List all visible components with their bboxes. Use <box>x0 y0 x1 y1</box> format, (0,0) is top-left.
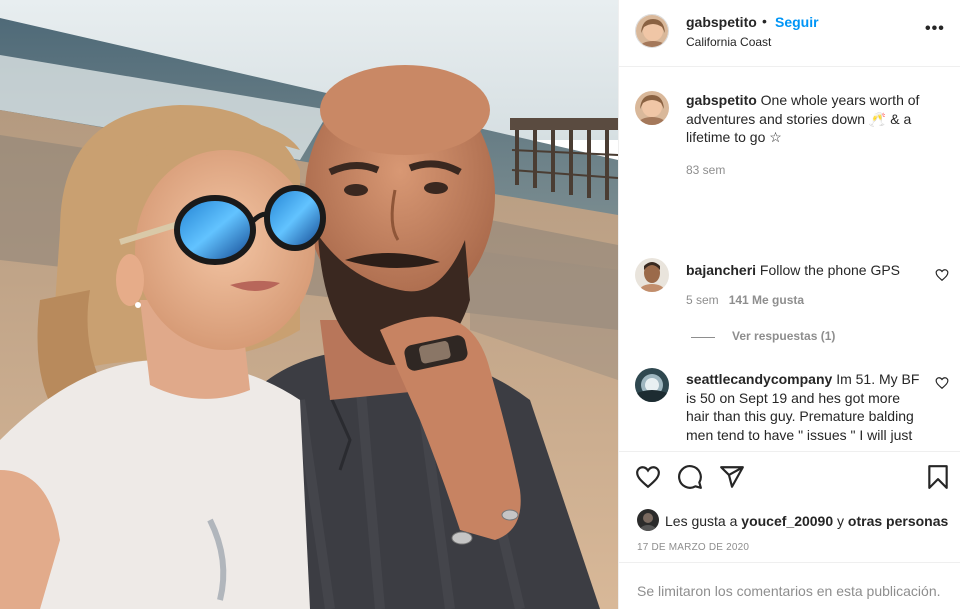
heart-icon[interactable] <box>635 464 661 490</box>
bottom-divider <box>619 562 960 563</box>
author-avatar[interactable] <box>635 14 669 48</box>
header-separator: • <box>762 13 767 29</box>
caption-username[interactable]: gabspetito <box>686 92 757 108</box>
caption-avatar[interactable] <box>635 91 669 125</box>
author-username[interactable]: gabspetito <box>686 14 757 30</box>
post-photo[interactable] <box>0 0 618 609</box>
comments-scroll-area[interactable]: seattlecandycompany Im 51. My BF is 50 o… <box>619 367 960 450</box>
header-divider <box>619 66 960 67</box>
actions-divider <box>619 451 960 452</box>
likes-summary: Les gusta a youcef_20090 y otras persona… <box>665 513 948 529</box>
small-heart-icon[interactable] <box>935 268 949 282</box>
send-icon[interactable] <box>719 464 745 490</box>
likes-user[interactable]: youcef_20090 <box>741 513 833 529</box>
comment: seattlecandycompany Im 51. My BF is 50 o… <box>686 370 926 450</box>
post-caption: gabspetito One whole years worth of adve… <box>686 91 944 147</box>
likes-joiner: y <box>837 513 845 529</box>
comment-icon[interactable] <box>677 464 703 490</box>
caption-timestamp[interactable]: 83 sem <box>686 163 725 177</box>
commenter-avatar[interactable] <box>635 258 669 292</box>
post-sidebar: gabspetito • Seguir California Coast •••… <box>618 0 960 609</box>
replies-line <box>691 337 715 338</box>
comment-time[interactable]: 5 sem <box>686 293 719 307</box>
comments-limited-notice: Se limitaron los comentarios en esta pub… <box>637 583 941 599</box>
comment-username[interactable]: seattlecandycompany <box>686 371 832 387</box>
small-heart-icon[interactable] <box>935 376 949 390</box>
likes-others-button[interactable]: otras personas <box>848 513 948 529</box>
likes-prefix: Les gusta a <box>665 513 738 529</box>
comment-meta: 5 sem 141 Me gusta <box>686 293 804 307</box>
bookmark-icon[interactable] <box>925 464 951 490</box>
commenter-avatar[interactable] <box>635 368 669 402</box>
comment-username[interactable]: bajancheri <box>686 262 756 278</box>
liker-avatar[interactable] <box>637 509 659 531</box>
post-location[interactable]: California Coast <box>686 35 771 49</box>
comment-text: Follow the phone GPS <box>759 262 901 278</box>
follow-button[interactable]: Seguir <box>775 14 819 30</box>
comment: bajancheri Follow the phone GPS <box>686 261 926 280</box>
view-replies-button[interactable]: Ver respuestas (1) <box>732 329 835 343</box>
post-date[interactable]: 17 DE MARZO DE 2020 <box>637 542 749 553</box>
more-icon[interactable]: ••• <box>925 20 945 38</box>
comment-likes[interactable]: 141 Me gusta <box>729 293 804 307</box>
